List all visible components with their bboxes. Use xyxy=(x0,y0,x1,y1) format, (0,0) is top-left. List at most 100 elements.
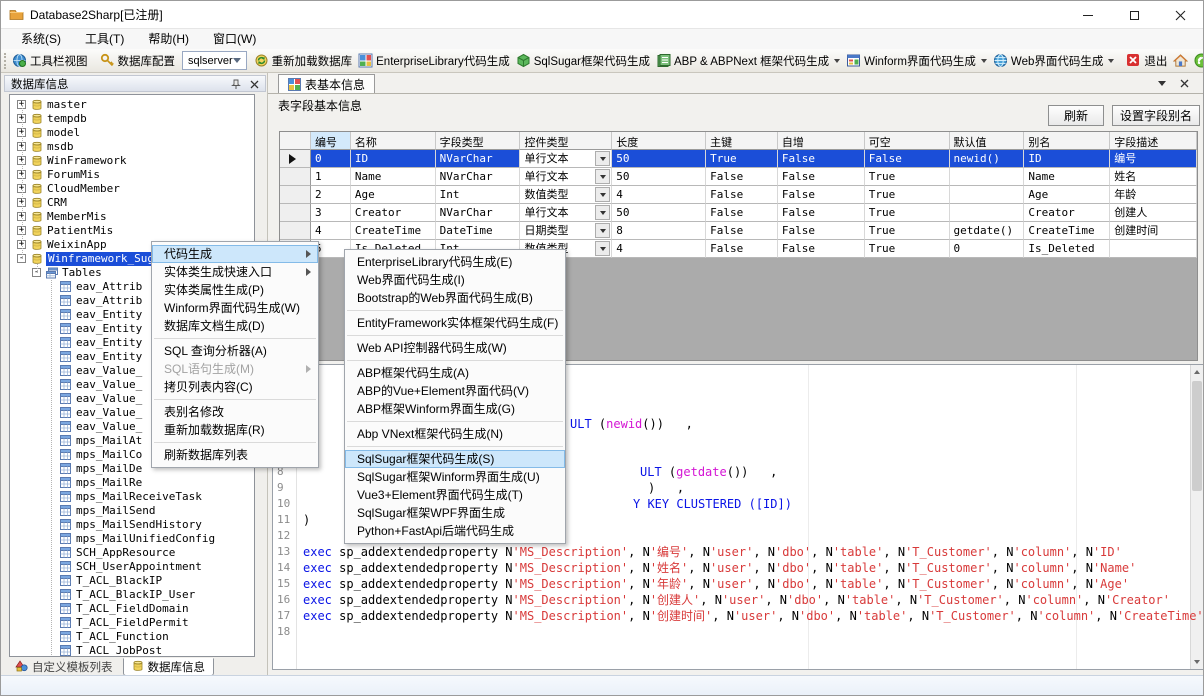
submenu-item-17[interactable]: SqlSugar框架WPF界面生成 xyxy=(345,504,565,522)
grid-cell[interactable]: Creator xyxy=(1024,204,1110,222)
grid-cell[interactable]: False xyxy=(706,204,778,222)
scroll-up-button[interactable] xyxy=(1191,365,1203,379)
menubar-item-1[interactable]: 工具(T) xyxy=(73,29,136,49)
dropdown-button[interactable] xyxy=(595,169,610,184)
grid-cell[interactable]: Age xyxy=(351,186,436,204)
submenu-item-18[interactable]: Python+FastApi后端代码生成 xyxy=(345,522,565,540)
grid-cell[interactable]: 50 xyxy=(612,168,706,186)
grid-row-1[interactable]: 1NameNVarChar单行文本50FalseFalseTrueName姓名 xyxy=(280,168,1197,186)
tree-table-mps_MailUnifiedConfig[interactable]: mps_MailUnifiedConfig xyxy=(10,532,254,546)
grid-cell[interactable]: 4 xyxy=(612,240,706,258)
tree-item-tempdb[interactable]: +tempdb xyxy=(10,112,254,126)
dropdown-button[interactable] xyxy=(595,187,610,202)
toolbar-feed-button[interactable] xyxy=(1191,51,1203,70)
submenu-item-1[interactable]: Web界面代码生成(I) xyxy=(345,271,565,289)
close-button[interactable] xyxy=(1157,1,1203,29)
context-menu-item-3[interactable]: Winform界面代码生成(W) xyxy=(152,299,318,317)
toolbar-view-button[interactable]: 工具栏视图 xyxy=(9,51,91,71)
tree-item-WinFramework[interactable]: +WinFramework xyxy=(10,154,254,168)
pin-button[interactable] xyxy=(228,77,243,91)
minimize-button[interactable] xyxy=(1065,1,1111,29)
grid-cell[interactable]: False xyxy=(778,222,865,240)
tree-table-T_ACL_FieldDomain[interactable]: T_ACL_FieldDomain xyxy=(10,602,254,616)
bottom-tab-0[interactable]: 自定义模板列表 xyxy=(7,658,121,676)
grid-cell[interactable]: newid() xyxy=(950,150,1025,168)
grid-cell[interactable]: 0 xyxy=(950,240,1025,258)
set-field-alias-button[interactable]: 设置字段别名 xyxy=(1112,105,1200,126)
grid-cell[interactable]: CreateTime xyxy=(351,222,436,240)
grid-cell[interactable]: False xyxy=(706,168,778,186)
tree-item-PatientMis[interactable]: +PatientMis xyxy=(10,224,254,238)
control-type-combo[interactable]: 数值类型 xyxy=(520,186,612,204)
refresh-button[interactable]: 刷新 xyxy=(1048,105,1104,126)
submenu-item-0[interactable]: EnterpriseLibrary代码生成(E) xyxy=(345,253,565,271)
grid-cell[interactable]: ID xyxy=(351,150,436,168)
grid-cell[interactable]: False xyxy=(706,222,778,240)
grid-col-header-0[interactable]: 编号 xyxy=(311,132,351,150)
tree-table-T_ACL_BlackIP[interactable]: T_ACL_BlackIP xyxy=(10,574,254,588)
bottom-tab-1[interactable]: 数据库信息 xyxy=(123,658,215,676)
grid-col-header-6[interactable]: 自增 xyxy=(778,132,865,150)
grid-cell[interactable] xyxy=(950,168,1025,186)
grid-cell[interactable] xyxy=(950,204,1025,222)
grid-cell[interactable]: 50 xyxy=(612,204,706,222)
submenu-item-14[interactable]: SqlSugar框架代码生成(S) xyxy=(345,450,565,468)
tab-table-basic-info[interactable]: 表基本信息 xyxy=(278,74,375,93)
row-header[interactable] xyxy=(280,186,311,204)
control-type-combo[interactable]: 日期类型 xyxy=(520,222,612,240)
toolbar-dbconfig-button[interactable]: 数据库配置 xyxy=(97,51,179,71)
tree-item-master[interactable]: +master xyxy=(10,98,254,112)
tree-item-ForumMis[interactable]: +ForumMis xyxy=(10,168,254,182)
grid-col-header-5[interactable]: 主键 xyxy=(706,132,778,150)
tree-item-MemberMis[interactable]: +MemberMis xyxy=(10,210,254,224)
row-header[interactable] xyxy=(280,222,311,240)
tree-table-T_ACL_Function[interactable]: T_ACL_Function xyxy=(10,630,254,644)
grid-cell[interactable]: Is_Deleted xyxy=(1024,240,1110,258)
row-header[interactable] xyxy=(280,204,311,222)
tab-list-dropdown-button[interactable] xyxy=(1155,77,1169,90)
tree-table-mps_MailSendHistory[interactable]: mps_MailSendHistory xyxy=(10,518,254,532)
grid-cell[interactable]: True xyxy=(865,168,950,186)
grid-row-3[interactable]: 3CreatorNVarChar单行文本50FalseFalseTrueCrea… xyxy=(280,204,1197,222)
grid-cell[interactable]: 50 xyxy=(612,150,706,168)
grid-cell[interactable]: 姓名 xyxy=(1110,168,1197,186)
control-type-combo[interactable]: 单行文本 xyxy=(520,168,612,186)
grid-cell[interactable]: False xyxy=(706,186,778,204)
dropdown-button[interactable] xyxy=(595,241,610,256)
grid-cell[interactable]: NVarChar xyxy=(436,204,521,222)
tree-table-SCH_UserAppointment[interactable]: SCH_UserAppointment xyxy=(10,560,254,574)
grid-col-header-3[interactable]: 控件类型 xyxy=(520,132,612,150)
grid-col-header-1[interactable]: 名称 xyxy=(351,132,436,150)
tree-table-T_ACL_JobPost[interactable]: T_ACL_JobPost xyxy=(10,644,254,657)
grid-cell[interactable]: 8 xyxy=(612,222,706,240)
tree-table-T_ACL_FieldPermit[interactable]: T_ACL_FieldPermit xyxy=(10,616,254,630)
grid-cell[interactable]: 4 xyxy=(612,186,706,204)
grid-cell[interactable]: Name xyxy=(1024,168,1110,186)
grid-cell[interactable]: NVarChar xyxy=(436,150,521,168)
grid-col-header-2[interactable]: 字段类型 xyxy=(436,132,521,150)
grid-cell[interactable]: 4 xyxy=(311,222,351,240)
tree-table-SCH_AppResource[interactable]: SCH_AppResource xyxy=(10,546,254,560)
context-menu-item-13[interactable]: 刷新数据库列表 xyxy=(152,446,318,464)
grid-cell[interactable]: 创建时间 xyxy=(1110,222,1197,240)
toolbar-sqlsugar-button[interactable]: SqlSugar框架代码生成 xyxy=(513,51,653,71)
grid-cell[interactable]: True xyxy=(706,150,778,168)
context-menu-item-4[interactable]: 数据库文档生成(D) xyxy=(152,317,318,335)
context-menu-item-2[interactable]: 实体类属性生成(P) xyxy=(152,281,318,299)
context-menu-item-7[interactable]: SQL语句生成(M) xyxy=(152,360,318,378)
submenu-item-9[interactable]: ABP的Vue+Element界面代码(V) xyxy=(345,382,565,400)
grid-cell[interactable]: True xyxy=(865,204,950,222)
grid-cell[interactable]: True xyxy=(865,240,950,258)
grid-cell[interactable]: 2 xyxy=(311,186,351,204)
tree-table-T_ACL_BlackIP_User[interactable]: T_ACL_BlackIP_User xyxy=(10,588,254,602)
toolbar-grip[interactable] xyxy=(4,53,6,69)
grid-cell[interactable]: True xyxy=(865,186,950,204)
grid-corner-cell[interactable] xyxy=(280,132,311,150)
context-menu-item-10[interactable]: 表别名修改 xyxy=(152,403,318,421)
control-type-combo[interactable]: 单行文本 xyxy=(520,150,612,168)
grid-row-0[interactable]: 0IDNVarChar单行文本50TrueFalseFalsenewid()ID… xyxy=(280,150,1197,168)
dropdown-button[interactable] xyxy=(595,205,610,220)
grid-cell[interactable]: False xyxy=(865,150,950,168)
grid-cell[interactable]: 0 xyxy=(311,150,351,168)
tree-item-CRM[interactable]: +CRM xyxy=(10,196,254,210)
